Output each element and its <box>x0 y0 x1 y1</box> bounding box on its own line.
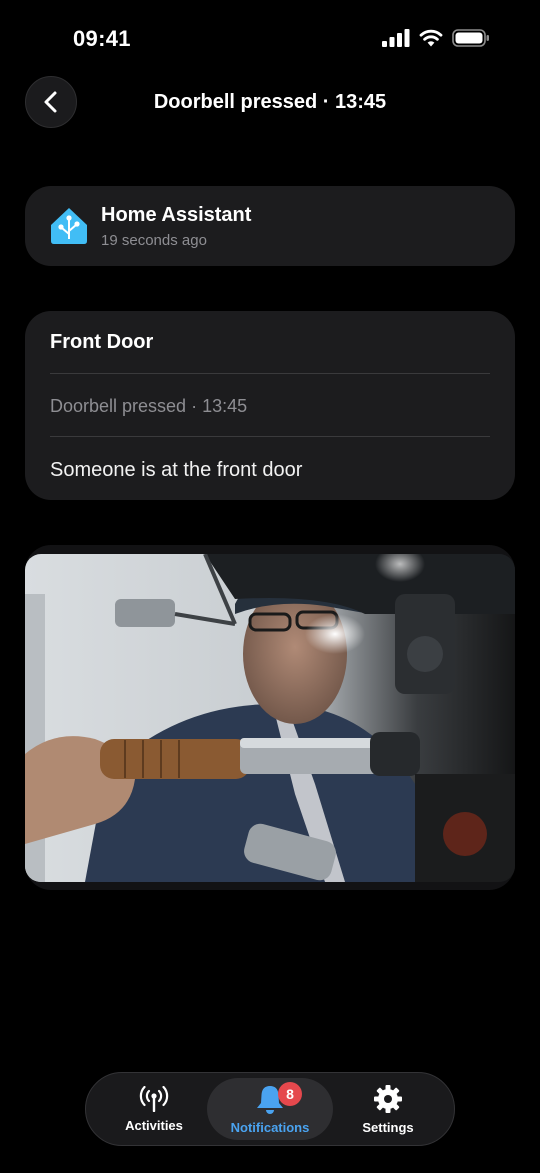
status-time: 09:41 <box>73 26 131 51</box>
status-bar: 09:41 <box>0 0 540 80</box>
bottom-nav: Activities Notifications 8 Settings <box>85 1072 455 1146</box>
gear-icon <box>374 1084 402 1113</box>
notification-message: Someone is at the front door <box>50 459 303 481</box>
cellular-signal-icon <box>382 29 410 47</box>
broadcast-icon <box>139 1085 169 1112</box>
nav-label-notifications: Notifications <box>230 1119 310 1135</box>
page-title: Doorbell pressed · 13:45 <box>153 91 387 113</box>
status-icons <box>382 29 490 47</box>
nav-tab-settings[interactable]: Settings <box>340 1078 436 1140</box>
divider <box>50 373 490 374</box>
nav-tab-notifications[interactable]: Notifications 8 <box>207 1078 333 1140</box>
home-assistant-logo <box>51 208 87 244</box>
nav-label-settings: Settings <box>362 1119 414 1135</box>
divider <box>50 436 490 437</box>
nav-tab-activities[interactable]: Activities <box>106 1078 202 1140</box>
nav-label-activities: Activities <box>125 1117 183 1133</box>
app-source-card <box>25 186 515 266</box>
notification-time-ago: 19 seconds ago <box>101 232 207 249</box>
notification-count-badge: 8 <box>278 1082 302 1106</box>
notification-title: Front Door <box>50 331 154 353</box>
battery-icon <box>452 29 489 47</box>
app-name: Home Assistant <box>101 204 252 226</box>
camera-snapshot-image[interactable] <box>25 554 515 882</box>
wifi-icon <box>419 29 443 47</box>
notification-subtitle: Doorbell pressed · 13:45 <box>50 396 248 416</box>
